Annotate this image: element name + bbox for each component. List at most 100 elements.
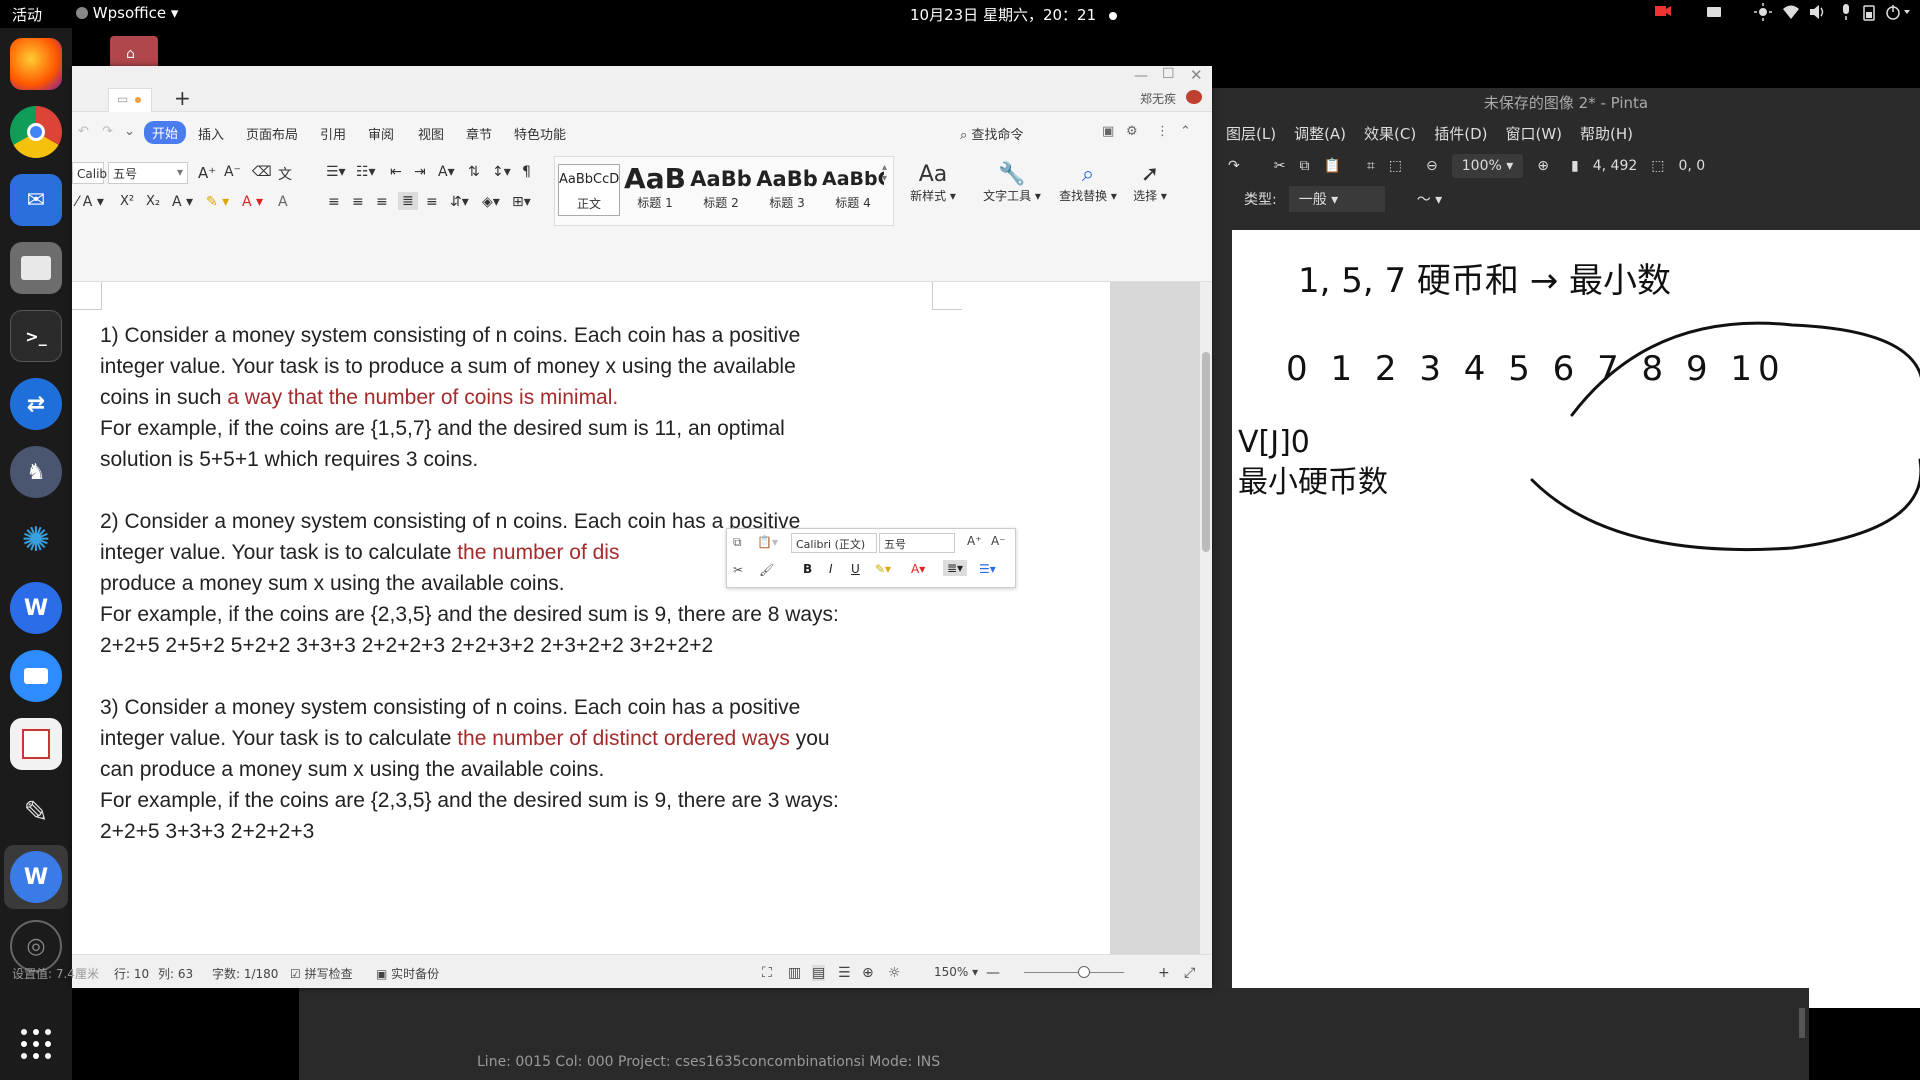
page-view-icon[interactable]: ▤ [812,965,826,981]
text-editor-icon[interactable]: ✎ [10,786,62,838]
pinta-menu-help[interactable]: 帮助(H) [1580,123,1633,144]
text-direction-icon[interactable]: A▾ [438,164,455,180]
float-highlight-icon[interactable]: ✎▾ [875,562,891,576]
type-combo[interactable]: 一般 ▾ [1288,186,1385,212]
line-spacing-icon[interactable]: ↕▾ [492,164,511,180]
zoom-in-button[interactable]: + [1158,965,1170,981]
zoom-in-icon[interactable]: ⊕ [1537,158,1549,174]
thunderbird-icon[interactable]: ✉ [10,174,62,226]
minimize-button[interactable]: — [1134,68,1148,84]
document-page[interactable]: 1) Consider a money system consisting of… [72,282,1110,954]
float-grow-font-icon[interactable]: A⁺ [967,534,982,548]
power-menu-icon[interactable] [1884,3,1912,25]
collapse-ribbon-icon[interactable]: ⌃ [1180,124,1191,139]
user-avatar[interactable] [1186,90,1202,104]
pinta-menu-layers[interactable]: 图层(L) [1226,123,1276,144]
font-name-combo[interactable]: Calibri (正文) [72,162,152,184]
clear-format-icon[interactable]: ⌫ [252,164,272,180]
redo-icon[interactable]: ↷ [1228,158,1240,174]
float-bold-icon[interactable]: B [803,562,812,576]
menu-features-tab[interactable]: 特色功能 [514,124,566,143]
terminal-icon[interactable]: >_ [10,310,62,362]
firefox-icon[interactable] [10,38,62,90]
increase-indent-icon[interactable]: ⇥ [414,164,426,180]
style-scroll-icon[interactable]: ▴ ▾ [882,162,887,184]
menu-chapter-tab[interactable]: 章节 [466,124,492,143]
sort-icon[interactable]: ⇅ [468,164,480,180]
float-size-combo[interactable]: 五号 [879,533,955,553]
chrome-icon[interactable] [10,106,62,158]
search-command[interactable]: ⌕ 查找命令 [960,124,1023,143]
find-replace-button[interactable]: ⌕ 查找替换 ▾ [1058,162,1118,204]
menu-layout-tab[interactable]: 页面布局 [246,124,298,143]
maximize-button[interactable]: ☐ [1162,66,1175,82]
distributed-icon[interactable]: ≡ [426,194,438,210]
web-view-icon[interactable]: ⊕ [862,965,874,981]
pinta-menu-effects[interactable]: 效果(C) [1364,123,1416,144]
pinta-canvas[interactable]: 1, 5, 7 硬币和 → 最小数 0 1 2 3 4 5 6 7 8 9 10… [1232,230,1920,1008]
float-paste-icon[interactable]: 📋▾ [757,535,778,549]
shotwell-icon[interactable]: ✺ [10,514,62,566]
spell-check-button[interactable]: ☑ 拼写检查 [290,965,353,982]
pinta-icon[interactable]: ♞ [10,446,62,498]
show-marks-icon[interactable]: ¶ [522,164,531,180]
zoom-out-button[interactable]: — [986,965,1000,981]
float-align-icon[interactable]: ≣▾ [943,560,968,576]
app-menu[interactable]: Wpsoffice ▾ [76,4,178,22]
zoom-out-icon[interactable]: ⊖ [1426,158,1438,174]
shading-icon[interactable]: ◈▾ [482,194,500,210]
scroll-thumb[interactable] [1202,352,1210,552]
font-color-icon[interactable]: A ▾ [242,194,263,210]
zoom-slider-track[interactable] [1024,972,1124,973]
copy-icon[interactable]: ⧉ [1299,158,1309,174]
zoom-slider-thumb[interactable] [1078,966,1090,978]
justify-icon[interactable]: ≣ [398,192,418,210]
document-body[interactable]: 1) Consider a money system consisting of… [100,320,932,878]
float-italic-icon[interactable]: I [829,562,833,576]
fit-page-icon[interactable]: ⤢ [1184,965,1195,981]
cut-icon[interactable]: ✂ [1274,158,1286,174]
select-button[interactable]: ➚ 选择 ▾ [1128,162,1172,204]
wps-office-active-icon[interactable]: W [10,851,62,903]
pinta-menu-adjust[interactable]: 调整(A) [1294,123,1346,144]
zoom-level-dropdown[interactable]: 150% ▾ [934,965,978,979]
status-words[interactable]: 字数: 1/180 [212,965,278,982]
numbering-icon[interactable]: ☷▾ [356,164,376,180]
crop-icon[interactable]: ⌗ [1367,158,1375,174]
char-shading-icon[interactable]: A [278,194,288,210]
vertical-scrollbar[interactable] [1200,282,1212,954]
float-copy-icon[interactable]: ⧉ [733,535,742,550]
close-button[interactable]: ✕ [1190,66,1203,84]
redo-icon-wps[interactable]: ↷ [102,124,113,139]
align-left-icon[interactable]: ≡ [328,194,340,210]
undo-icon[interactable]: ↶ [78,124,89,139]
phonetic-guide-icon[interactable]: 文 [278,164,292,184]
highlight-icon[interactable]: ✎ ▾ [206,194,229,210]
shrink-font-icon[interactable]: A⁻ [224,164,241,180]
decrease-indent-icon[interactable]: ⇤ [390,164,402,180]
new-tab-button[interactable]: + [174,86,191,110]
clock[interactable]: 10月23日 星期六，20：21 [910,4,1117,25]
lower-scrollbar[interactable] [1799,1008,1805,1038]
new-style-button[interactable]: Aa 新样式 ▾ [908,162,958,204]
menu-view-tab[interactable]: 视图 [418,124,444,143]
menu-insert-tab[interactable]: 插入 [198,124,224,143]
quick-access-dropdown-icon[interactable]: ⌄ [124,124,135,139]
menu-home-tab[interactable]: 开始 [144,121,187,144]
menu-references-tab[interactable]: 引用 [320,124,346,143]
teamviewer-icon[interactable]: ⇄ [10,378,62,430]
share-icon[interactable]: ▣ [1102,124,1114,139]
align-center-icon[interactable]: ≡ [352,194,364,210]
read-mode-icon[interactable]: ▥ [788,965,801,981]
desktop-home-folder[interactable]: ⌂ [110,36,158,70]
grow-font-icon[interactable]: A⁺ [198,164,216,182]
pinta-menu-addins[interactable]: 插件(D) [1434,123,1487,144]
user-name[interactable]: 郑无疾 [1140,90,1176,107]
outline-view-icon[interactable]: ☰ [838,965,851,981]
fullscreen-icon[interactable]: ⛶ [762,965,772,981]
float-font-combo[interactable]: Calibri (正文) [791,533,877,553]
brush-type-icon[interactable]: 〜 ▾ [1417,189,1442,209]
float-format-painter-icon[interactable]: 🖌 [759,563,774,577]
style-heading-3[interactable]: AaBb 标题 3 [756,164,818,216]
subscript-icon[interactable]: X₂ [146,194,160,209]
